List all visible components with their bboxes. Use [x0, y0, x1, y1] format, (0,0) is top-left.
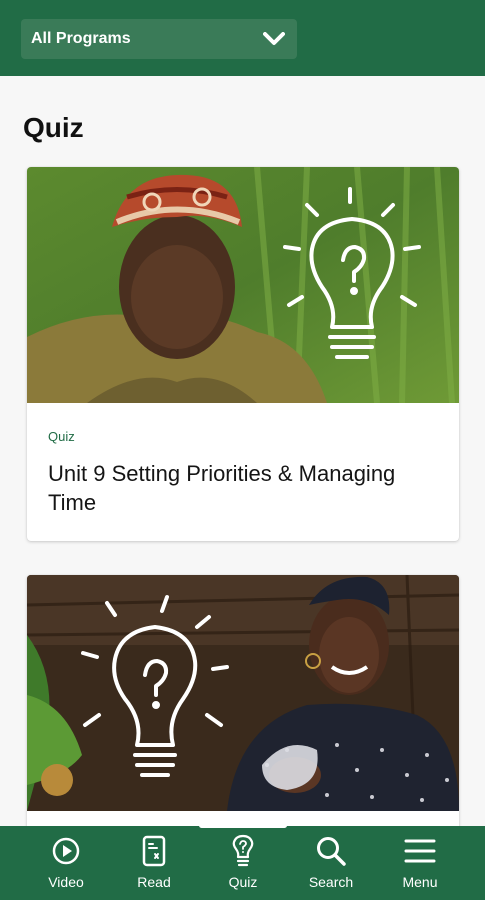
nav-menu[interactable]: Menu — [380, 826, 460, 900]
nav-label: Read — [137, 874, 171, 890]
scroll-handle[interactable] — [199, 823, 287, 828]
card-kicker: Quiz — [48, 429, 75, 444]
card-title: Unit 9 Setting Priorities & Managing Tim… — [48, 461, 396, 515]
quiz-card[interactable] — [27, 575, 459, 835]
page-title: Quiz — [23, 112, 84, 143]
chevron-down-icon — [263, 32, 285, 46]
program-selector[interactable]: All Programs — [21, 19, 297, 59]
program-selector-value: All Programs — [31, 30, 131, 47]
nav-search[interactable]: Search — [291, 826, 371, 900]
card-image — [27, 575, 459, 811]
nav-label: Quiz — [228, 874, 258, 890]
quiz-card[interactable]: Quiz Unit 9 Setting Priorities & Managin… — [27, 167, 459, 541]
nav-read[interactable]: Read — [114, 826, 194, 900]
nav-label: Search — [308, 874, 354, 890]
nav-label: Menu — [402, 874, 438, 890]
bottom-navigation: Video Read Quiz Search Menu — [0, 826, 485, 900]
nav-quiz[interactable]: Quiz — [203, 826, 283, 900]
lightbulb-icon — [230, 834, 256, 867]
top-app-bar: All Programs — [0, 0, 485, 76]
menu-icon — [404, 835, 436, 867]
search-icon — [315, 835, 347, 867]
document-icon — [141, 835, 167, 867]
nav-video[interactable]: Video — [26, 826, 106, 900]
nav-label: Video — [48, 874, 84, 890]
play-circle-icon — [51, 835, 81, 867]
card-image — [27, 167, 459, 403]
